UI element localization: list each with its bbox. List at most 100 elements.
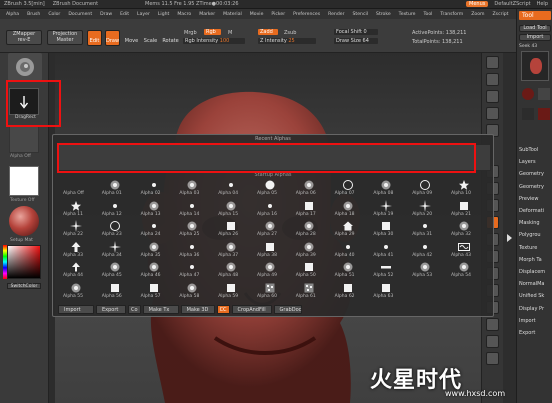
texture-thumbnail[interactable]	[9, 166, 39, 196]
alpha-swatch[interactable]: Alpha 32	[448, 220, 488, 242]
alpha-swatch[interactable]: Alpha 25	[176, 220, 216, 242]
tool-section-texture-8[interactable]: Texture	[519, 245, 537, 251]
bpr-icon[interactable]	[486, 56, 499, 69]
solo-icon[interactable]	[486, 352, 499, 365]
move-button[interactable]: Move	[124, 30, 139, 46]
tool-section-preview-4[interactable]: Preview	[519, 196, 538, 202]
alpha-swatch[interactable]: Alpha 59	[215, 282, 255, 304]
alpha-swatch[interactable]: Alpha 45	[99, 261, 139, 283]
zadd-toggle[interactable]: Zadd	[258, 29, 278, 35]
menu-item-movie[interactable]: Movie	[246, 12, 268, 17]
alpha-swatch[interactable]: Alpha 57	[138, 282, 178, 304]
alpha-swatch[interactable]: Alpha 34	[99, 240, 139, 263]
tool-section-deformati-5[interactable]: Deformati	[519, 208, 544, 214]
menu-item-zoom[interactable]: Zoom	[467, 12, 488, 17]
switch-color-button[interactable]: SwitchColor	[7, 283, 41, 289]
zmapper-button[interactable]: ZMapper rev-E	[6, 30, 42, 45]
tool-slot-1[interactable]	[521, 87, 535, 101]
draw-size-slider[interactable]: Draw Size 64	[334, 38, 378, 44]
alpha-swatch[interactable]: Alpha 15	[215, 200, 255, 222]
alpha-swatch[interactable]: Alpha 22	[60, 220, 100, 242]
crop-and-fill-button[interactable]: CropAndFill	[231, 305, 272, 314]
alpha-swatch[interactable]: Alpha 43	[448, 241, 488, 263]
zoom-icon[interactable]	[486, 90, 499, 103]
tool-slot-4[interactable]	[537, 107, 551, 121]
menu-item-transform[interactable]: Transform	[436, 12, 467, 17]
alpha-swatch[interactable]: Alpha 46	[138, 261, 178, 283]
scale-button[interactable]: Scale	[143, 30, 158, 46]
alpha-swatch[interactable]: Alpha 44	[60, 261, 100, 283]
load-tool-button[interactable]: Load Tool	[519, 25, 551, 32]
tool-section-layers-1[interactable]: Layers	[519, 159, 536, 165]
tool-section-polygrou-7[interactable]: Polygrou	[519, 232, 541, 238]
menu-item-document[interactable]: Document	[64, 12, 96, 17]
alpha-swatch[interactable]: Alpha 58	[176, 282, 216, 304]
color-picker-square[interactable]	[7, 245, 41, 279]
alpha-swatch[interactable]: Alpha 12	[99, 200, 139, 222]
tool-section-display-pr-13[interactable]: Display Pr	[519, 306, 544, 312]
alpha-swatch[interactable]: Alpha 05	[254, 179, 294, 201]
help-button[interactable]: Help	[537, 1, 548, 7]
menu-item-stencil[interactable]: Stencil	[348, 12, 372, 17]
alpha-swatch[interactable]: Alpha 27	[254, 220, 294, 242]
m-toggle[interactable]: M	[228, 30, 232, 36]
menu-item-tool[interactable]: Tool	[420, 12, 437, 17]
alpha-swatch[interactable]: Alpha 21	[448, 200, 488, 222]
menu-item-preferences[interactable]: Preferences	[289, 12, 324, 17]
stroke-thumbnail[interactable]	[9, 88, 39, 115]
alpha-swatch[interactable]: Alpha 20	[409, 199, 449, 222]
import-button[interactable]: Import	[58, 305, 94, 314]
menu-item-marker[interactable]: Marker	[195, 12, 219, 17]
alpha-swatch[interactable]: Alpha 35	[138, 241, 178, 263]
zsub-toggle[interactable]: Zsub	[284, 30, 296, 36]
alpha-swatch[interactable]: Alpha 33	[60, 241, 100, 263]
alpha-swatch[interactable]: Alpha 63	[370, 282, 410, 304]
brush-thumbnail[interactable]	[8, 53, 42, 81]
rgb-toggle[interactable]: Rgb	[204, 29, 221, 35]
menu-item-draw[interactable]: Draw	[96, 12, 116, 17]
alpha-swatch[interactable]: Alpha 17	[293, 200, 333, 222]
alpha-swatch[interactable]: Alpha 18	[332, 200, 372, 222]
rgb-intensity-slider[interactable]: Rgb Intensity 100	[183, 38, 245, 44]
menu-item-layer[interactable]: Layer	[133, 12, 154, 17]
alpha-swatch[interactable]: Alpha 52	[370, 261, 410, 283]
alpha-swatch[interactable]: Alpha 14	[176, 200, 216, 222]
right-scroll-strip[interactable]	[503, 53, 516, 403]
alpha-swatch[interactable]: Alpha 36	[176, 241, 216, 263]
tool-slot-3[interactable]	[521, 107, 535, 121]
import-tool-button[interactable]: Import	[519, 34, 551, 41]
z-intensity-slider[interactable]: Z Intensity 25	[258, 38, 316, 44]
menu-item-stroke[interactable]: Stroke	[372, 12, 395, 17]
hue-strip[interactable]	[3, 245, 7, 279]
menu-item-light[interactable]: Light	[154, 12, 173, 17]
menus-button[interactable]: Menus	[466, 1, 489, 7]
tool-section-normalma-11[interactable]: NormalMa	[519, 281, 544, 287]
alpha-swatch[interactable]: Alpha 47	[176, 261, 216, 283]
alpha-swatch[interactable]: Alpha 38	[254, 241, 294, 263]
ghost-icon[interactable]	[486, 335, 499, 348]
alpha-swatch[interactable]: Alpha 40	[332, 241, 372, 263]
recent-alphas-bar[interactable]	[57, 144, 491, 171]
alpha-swatch[interactable]: Alpha 37	[215, 241, 255, 263]
scroll-icon[interactable]	[486, 73, 499, 86]
alpha-swatch[interactable]: Alpha 39	[293, 241, 333, 263]
projection-master-button[interactable]: Projection Master	[47, 30, 83, 45]
tool-section-unified-sk-12[interactable]: Unified Sk	[519, 293, 544, 299]
mrgb-toggle[interactable]: Mrgb	[184, 30, 197, 36]
alpha-swatch[interactable]: Alpha 60	[254, 282, 294, 304]
tool-slot-2[interactable]	[537, 87, 551, 101]
alpha-swatch[interactable]: Alpha 13	[138, 200, 178, 222]
tool-section-export-15[interactable]: Export	[519, 330, 535, 336]
alpha-swatch[interactable]: Alpha 03	[176, 179, 216, 201]
make-3d-button[interactable]: Make 3D	[180, 305, 215, 314]
tool-palette-title[interactable]: Tool	[519, 11, 551, 20]
alpha-swatch[interactable]: Alpha 53	[409, 261, 449, 283]
alpha-swatch[interactable]: Alpha 02	[138, 179, 178, 201]
zscript-button[interactable]: DefaultZScript	[494, 1, 530, 7]
edit-button[interactable]: Edit	[87, 30, 102, 46]
alpha-swatch[interactable]: Alpha 04	[215, 179, 255, 201]
alpha-swatch[interactable]: Alpha 49	[254, 261, 294, 283]
alpha-swatch[interactable]: Alpha 31	[409, 220, 449, 242]
make-tx-button[interactable]: Make Tx	[142, 305, 179, 314]
alpha-swatch[interactable]: Alpha 09	[409, 179, 449, 201]
